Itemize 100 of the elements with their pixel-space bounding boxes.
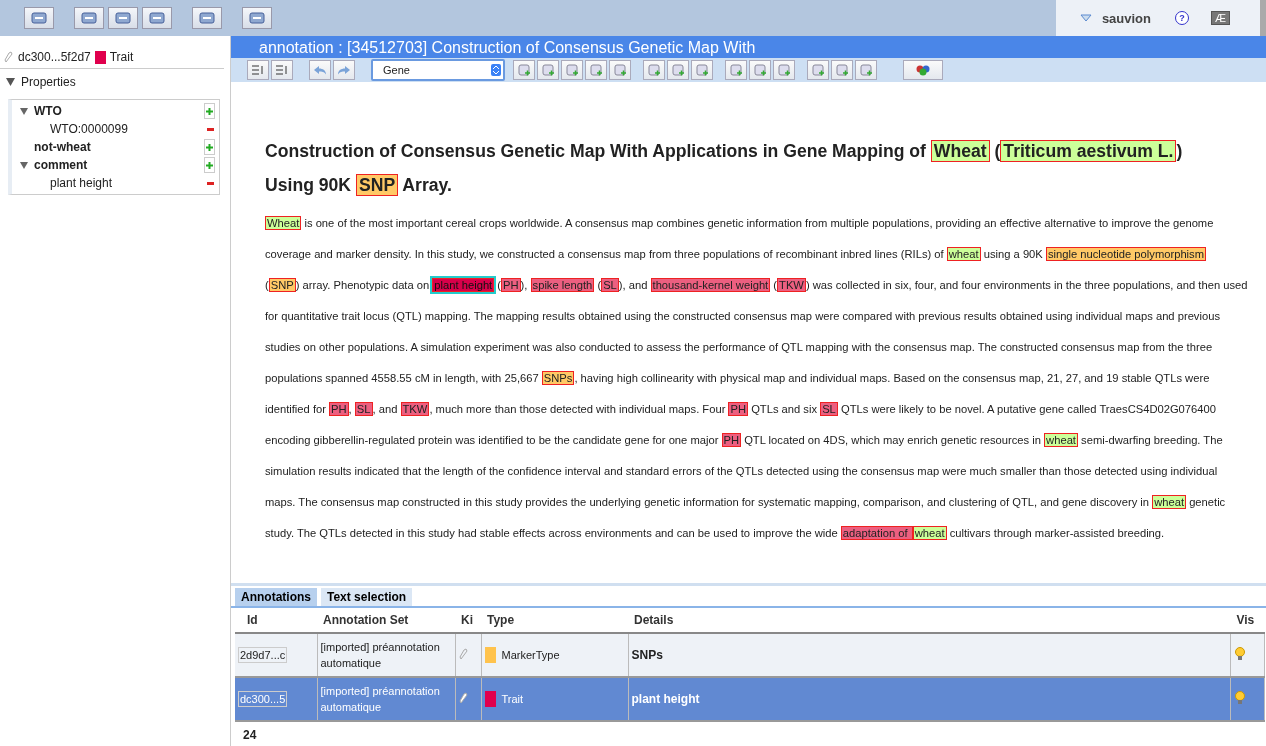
abstract-text: encoding gibberellin-regulated protein was identified to be the candidate gene for one major [265, 434, 720, 446]
abstract-text: coverage and marker density. In this study, we constructed a consensus map from three populations of recombinant inbred lines (RILs) of [265, 248, 945, 260]
annotation-highlight[interactable]: thousand-kernel weight [650, 278, 771, 292]
toolbar-button[interactable] [609, 60, 631, 80]
abstract-text: ( [496, 279, 502, 291]
annotation-highlight[interactable]: PH [329, 402, 349, 416]
annotation-highlight[interactable]: wheat [946, 247, 981, 261]
expand-triangle-icon[interactable] [20, 161, 28, 169]
table-cell: dc300...5 [238, 691, 288, 707]
lightbulb-icon[interactable] [1234, 647, 1246, 661]
annotation-highlight[interactable]: spike length [530, 278, 595, 292]
abstract-text: for quantitative trait locus (QTL) mapping. The mapping results obtained using the constructed consensus map were compared with previous results obtained using individual maps and previous [265, 310, 1220, 322]
add-value-button[interactable] [204, 103, 215, 119]
abstract-text: ( [596, 279, 602, 291]
annotation-count: 24 [242, 727, 258, 744]
abstract-text: genetic [1188, 496, 1226, 508]
annotation-highlight[interactable]: Wheat [265, 216, 302, 230]
toolbar-button[interactable] [643, 60, 665, 80]
table-cell: MarkerType [501, 649, 560, 661]
annotation-highlight[interactable]: single nucleotide polymorphism [1045, 247, 1206, 261]
minus-icon[interactable] [207, 127, 214, 131]
toolbar-button[interactable] [192, 7, 222, 29]
redo-button[interactable] [333, 60, 355, 80]
toolbar-button[interactable] [561, 60, 583, 80]
annotation-highlight[interactable]: SNP [355, 174, 399, 196]
annotation-highlight[interactable]: plant height [432, 278, 495, 292]
abstract-text: ( [772, 279, 778, 291]
annotation-highlight[interactable]: wheat [912, 526, 947, 540]
annotation-type: Trait [109, 50, 134, 64]
user-name-link[interactable]: sauvion [1101, 10, 1151, 26]
panel-tab[interactable]: Annotations [235, 588, 317, 606]
toolbar-button[interactable] [513, 60, 535, 80]
property-name: comment [34, 158, 89, 172]
help-button[interactable]: ? [1175, 11, 1189, 25]
annotation-highlight[interactable]: SNP [268, 278, 296, 292]
toolbar-button[interactable] [855, 60, 877, 80]
toolbar-button[interactable] [271, 60, 293, 80]
annotation-highlight[interactable]: PH [728, 402, 749, 416]
annotation-highlight[interactable]: TKW [400, 402, 430, 416]
undo-icon [313, 65, 327, 75]
annotation-highlight[interactable]: wheat [1152, 495, 1187, 509]
properties-label: Properties [21, 75, 76, 89]
abstract-text: maps. The consensus map constructed in this study provides the underlying genetic information for systematic mapping, comparison, and clustering of QTL, and gene discovery in [265, 496, 1151, 508]
annotation-highlight[interactable]: TKW [777, 278, 806, 292]
annotation-highlight[interactable]: SL [354, 402, 373, 416]
annotation-highlight[interactable]: SL [601, 278, 619, 292]
abstract-text: simulation results indicated that the length of the confidence interval and standard errors of the QTLs detected using the consensus map were much smaller than those detected using individual [265, 465, 1218, 477]
toolbar-button[interactable] [903, 60, 943, 80]
property-name: WTO [34, 104, 63, 118]
panel-tab[interactable]: Text selection [321, 588, 413, 606]
toolbar-button[interactable] [242, 7, 272, 29]
toolbar-button[interactable] [749, 60, 771, 80]
redo-icon [337, 65, 351, 75]
type-dropdown[interactable]: Gene [371, 59, 505, 81]
annotation-highlight[interactable]: SNPs [541, 371, 575, 385]
align-down-icon [276, 65, 288, 75]
plus-icon [206, 107, 213, 115]
lightbulb-icon[interactable] [1234, 691, 1246, 705]
document-title: annotation : [34512703] Construction of Consensus Genetic Map With [259, 38, 756, 58]
annotation-highlight[interactable]: wheat [1044, 433, 1078, 447]
toolbar-button[interactable] [585, 60, 607, 80]
keyboard-button[interactable]: Æ [1211, 11, 1230, 25]
expand-triangle-icon[interactable] [6, 78, 15, 86]
abstract-text: study. The QTLs detected in this study had stable effects across environments and can be used to improve the wide [265, 527, 839, 539]
toolbar-button[interactable] [142, 7, 172, 29]
tag-icon [458, 648, 469, 660]
toolbar-button[interactable] [807, 60, 829, 80]
toolbar-button[interactable] [725, 60, 747, 80]
toolbar-button[interactable] [831, 60, 853, 80]
annotation-highlight[interactable]: PH [501, 278, 521, 292]
toolbar-button[interactable] [24, 7, 54, 29]
plus-icon [206, 143, 213, 151]
toolbar-button[interactable] [247, 60, 269, 80]
align-up-icon [252, 65, 264, 75]
minus-icon[interactable] [207, 181, 214, 185]
add-value-button[interactable] [204, 139, 215, 155]
table-cell-text: [imported] préannotation automatique [320, 640, 441, 671]
tag-icon [458, 692, 469, 704]
toolbar-button[interactable] [667, 60, 689, 80]
annotation-highlight[interactable]: Wheat [930, 140, 990, 162]
add-value-button[interactable] [204, 157, 215, 173]
annotation-highlight[interactable]: SL [820, 402, 838, 416]
abstract-text: semi-dwarfing breeding. The [1080, 434, 1223, 446]
toolbar-button[interactable] [537, 60, 559, 80]
toolbar-button[interactable] [108, 7, 138, 29]
abstract-text: , having high collinearity with physical map and individual maps. Based on the consensus map, 21, 27, and 19 stable QTLs were [574, 372, 1210, 384]
plus-icon [206, 161, 213, 169]
abstract-text: identified for [265, 403, 327, 415]
tag-icon [4, 51, 14, 63]
abstract-text: is one of the most important cereal crops worldwide. A consensus map combines genetic information from multiple populations, providing an effective alternative to improve the genome [303, 217, 1214, 229]
expand-triangle-icon[interactable] [20, 107, 28, 115]
undo-button[interactable] [309, 60, 331, 80]
toolbar-button[interactable] [773, 60, 795, 80]
annotation-highlight[interactable]: adaptation of [840, 526, 913, 540]
annotation-highlight[interactable]: PH [721, 433, 742, 447]
toolbar-button[interactable] [691, 60, 713, 80]
property-name: not-wheat [34, 140, 92, 154]
toolbar-button[interactable] [74, 7, 104, 29]
annotation-highlight[interactable]: Triticum aestivum L. [1000, 140, 1177, 162]
abstract-text: QTLs and six [750, 403, 819, 415]
